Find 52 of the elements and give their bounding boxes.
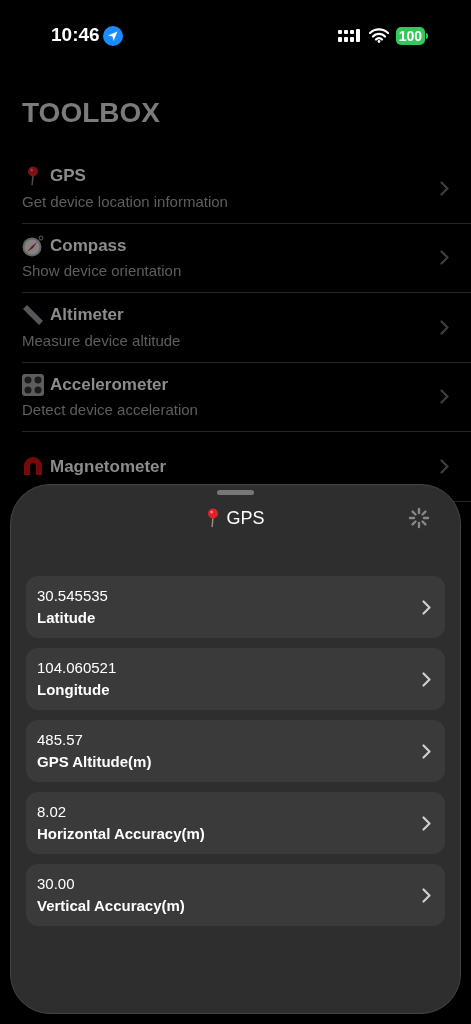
chevron-icon — [440, 319, 449, 335]
reading-label: Longitude — [37, 681, 111, 699]
tool-title: Compass — [50, 234, 127, 257]
tool-title: Accelerometer — [50, 373, 169, 396]
battery-level: 100 — [395, 26, 425, 45]
reading-card[interactable]: 30.00 Vertical Accuracy(m) — [26, 864, 445, 926]
tool-subtitle: Detect device acceleration — [22, 400, 199, 421]
chevron-icon — [422, 671, 431, 687]
reading-value: 104.060521 — [37, 659, 118, 677]
drag-handle[interactable] — [217, 490, 254, 495]
reading-card[interactable]: 30.545535 Latitude — [26, 576, 445, 638]
tool-row[interactable]: Compass Show device orientation — [22, 223, 471, 293]
tool-row[interactable]: GPS Get device location information — [22, 154, 471, 224]
pushpin-icon — [26, 166, 40, 186]
ruler-icon — [22, 304, 44, 326]
tool-row[interactable]: Altimeter Measure device altitude — [22, 293, 471, 363]
reading-label: GPS Altitude(m) — [37, 753, 153, 771]
magnet-icon — [22, 455, 44, 478]
reading-card[interactable]: 485.57 GPS Altitude(m) — [26, 720, 445, 782]
reading-value: 8.02 — [37, 803, 68, 821]
tool-title: GPS — [50, 165, 86, 188]
chevron-icon — [440, 389, 449, 405]
reading-label: Vertical Accuracy(m) — [37, 897, 186, 915]
reading-value: 30.00 — [37, 875, 76, 893]
chevron-icon — [440, 250, 449, 266]
chevron-icon — [422, 815, 431, 831]
reading-value: 485.57 — [37, 731, 84, 749]
chevron-icon — [422, 743, 431, 759]
chevron-icon — [422, 887, 431, 903]
loading-spinner-icon — [408, 507, 430, 529]
tool-title: Magnetometer — [50, 455, 167, 478]
tool-title: Altimeter — [50, 304, 124, 327]
reading-value: 30.545535 — [37, 587, 109, 605]
sheet-title: GPS — [226, 506, 265, 530]
page-title: TOOLBOX — [22, 96, 161, 130]
tool-subtitle: Measure device altitude — [22, 330, 182, 351]
chevron-icon — [422, 599, 431, 615]
clock-time: 10:46 — [51, 23, 100, 48]
tool-row[interactable]: Accelerometer Detect device acceleration — [22, 362, 471, 432]
control-knobs-icon — [22, 373, 44, 396]
reading-label: Horizontal Accuracy(m) — [37, 825, 206, 843]
compass-icon — [22, 234, 44, 257]
chevron-icon — [440, 458, 449, 474]
tool-subtitle: Show device orientation — [22, 261, 183, 282]
wifi-icon — [368, 28, 389, 43]
reading-card[interactable]: 8.02 Horizontal Accuracy(m) — [26, 792, 445, 854]
reading-label: Latitude — [37, 609, 97, 627]
reading-card[interactable]: 104.060521 Longitude — [26, 648, 445, 710]
signal-icon — [337, 28, 362, 43]
pushpin-icon — [206, 508, 221, 528]
tool-subtitle: Get device location information — [22, 191, 229, 212]
chevron-icon — [440, 180, 449, 196]
